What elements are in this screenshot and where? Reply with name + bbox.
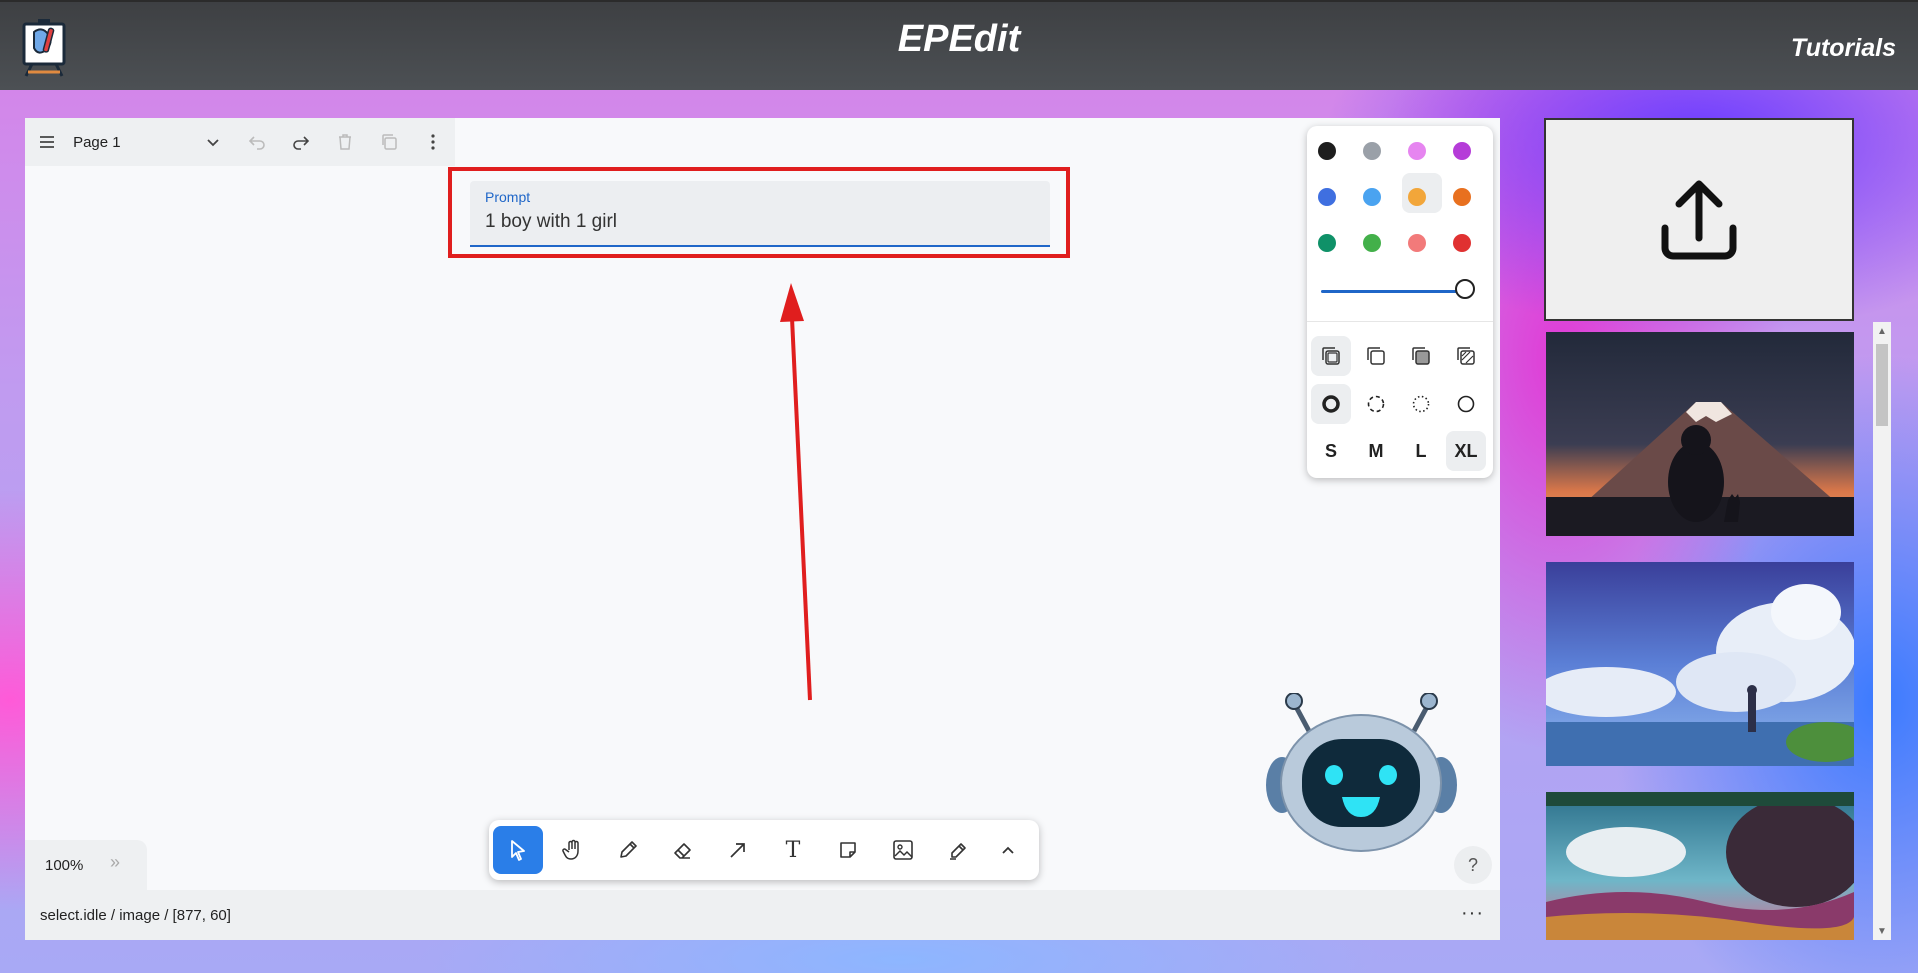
color-swatch[interactable]: [1408, 234, 1426, 252]
stroke-dotted-option[interactable]: [1401, 384, 1441, 424]
menu-bar: Page 1: [25, 118, 455, 166]
style-panel: S M L XL: [1307, 126, 1493, 478]
upload-button[interactable]: [1544, 118, 1854, 321]
color-swatch[interactable]: [1318, 234, 1336, 252]
zoom-box: 100% »: [25, 840, 147, 890]
opacity-slider-thumb[interactable]: [1455, 279, 1475, 299]
annotation-arrow-icon: [780, 283, 812, 701]
arrow-tool-icon[interactable]: [713, 826, 763, 874]
color-swatch[interactable]: [1363, 234, 1381, 252]
size-m-option[interactable]: M: [1356, 431, 1396, 471]
hand-tool-icon[interactable]: [548, 826, 598, 874]
color-swatch[interactable]: [1453, 142, 1471, 160]
size-xl-option[interactable]: XL: [1446, 431, 1486, 471]
page-selector-label[interactable]: Page 1: [69, 134, 191, 151]
trash-icon[interactable]: [323, 118, 367, 166]
zoom-level[interactable]: 100%: [45, 857, 83, 874]
gallery-thumbnail[interactable]: [1546, 792, 1854, 940]
prompt-highlight-box: Prompt 1 boy with 1 girl: [448, 167, 1070, 258]
color-swatch[interactable]: [1408, 188, 1426, 206]
color-swatch[interactable]: [1453, 188, 1471, 206]
status-text: select.idle / image / [877, 60]: [40, 907, 231, 924]
eraser-tool-icon[interactable]: [658, 826, 708, 874]
image-tool-icon[interactable]: [878, 826, 928, 874]
gallery-scrollbar[interactable]: ▲ ▼: [1873, 322, 1891, 940]
undo-icon[interactable]: [235, 118, 279, 166]
drawing-canvas[interactable]: Page 1 Prompt 1 boy with 1 girl S M L XL…: [25, 118, 1500, 940]
scroll-up-arrow-icon[interactable]: ▲: [1873, 322, 1891, 340]
hamburger-menu-icon[interactable]: [25, 118, 69, 166]
status-bar: select.idle / image / [877, 60] ···: [25, 890, 1500, 940]
text-tool-icon[interactable]: T: [768, 826, 818, 874]
prompt-field[interactable]: Prompt 1 boy with 1 girl: [470, 181, 1050, 247]
size-l-option[interactable]: L: [1401, 431, 1441, 471]
color-swatch[interactable]: [1453, 234, 1471, 252]
stroke-draw-option[interactable]: [1446, 384, 1486, 424]
help-button[interactable]: ?: [1454, 846, 1492, 884]
gallery-thumbnail[interactable]: [1546, 562, 1854, 766]
tutorials-link[interactable]: Tutorials: [1791, 34, 1896, 63]
duplicate-icon[interactable]: [367, 118, 411, 166]
color-swatch[interactable]: [1363, 188, 1381, 206]
fill-semi-option[interactable]: [1356, 336, 1396, 376]
panel-divider: [1307, 321, 1493, 322]
stroke-solid-option[interactable]: [1311, 384, 1351, 424]
highlight-tool-icon[interactable]: [933, 826, 983, 874]
opacity-slider-track[interactable]: [1321, 290, 1463, 293]
color-swatch[interactable]: [1318, 188, 1336, 206]
top-bar: EPEdit Tutorials: [0, 0, 1918, 90]
color-swatch[interactable]: [1318, 142, 1336, 160]
gallery-thumbnail[interactable]: [1546, 332, 1854, 536]
tool-bar: T: [489, 820, 1039, 880]
note-tool-icon[interactable]: [823, 826, 873, 874]
chevron-up-icon[interactable]: [983, 826, 1033, 874]
fill-pattern-option[interactable]: [1446, 336, 1486, 376]
scrollbar-thumb[interactable]: [1876, 344, 1888, 426]
chevron-down-icon[interactable]: [191, 118, 235, 166]
prompt-input-value[interactable]: 1 boy with 1 girl: [485, 211, 617, 233]
redo-icon[interactable]: [279, 118, 323, 166]
fill-solid-option[interactable]: [1401, 336, 1441, 376]
app-title: EPEdit: [897, 18, 1021, 60]
select-tool-icon[interactable]: [493, 826, 543, 874]
more-horizontal-icon[interactable]: ···: [1461, 902, 1484, 925]
color-swatch[interactable]: [1408, 142, 1426, 160]
upload-icon: [1661, 180, 1737, 259]
prompt-label: Prompt: [485, 189, 531, 205]
fill-none-option[interactable]: [1311, 336, 1351, 376]
color-swatch[interactable]: [1363, 142, 1381, 160]
stroke-dashed-option[interactable]: [1356, 384, 1396, 424]
expand-minimap-icon[interactable]: »: [110, 852, 120, 873]
more-vertical-icon[interactable]: [411, 118, 455, 166]
pencil-tool-icon[interactable]: [603, 826, 653, 874]
robot-assistant-icon[interactable]: [1264, 692, 1459, 853]
size-s-option[interactable]: S: [1311, 431, 1351, 471]
scroll-down-arrow-icon[interactable]: ▼: [1873, 922, 1891, 940]
